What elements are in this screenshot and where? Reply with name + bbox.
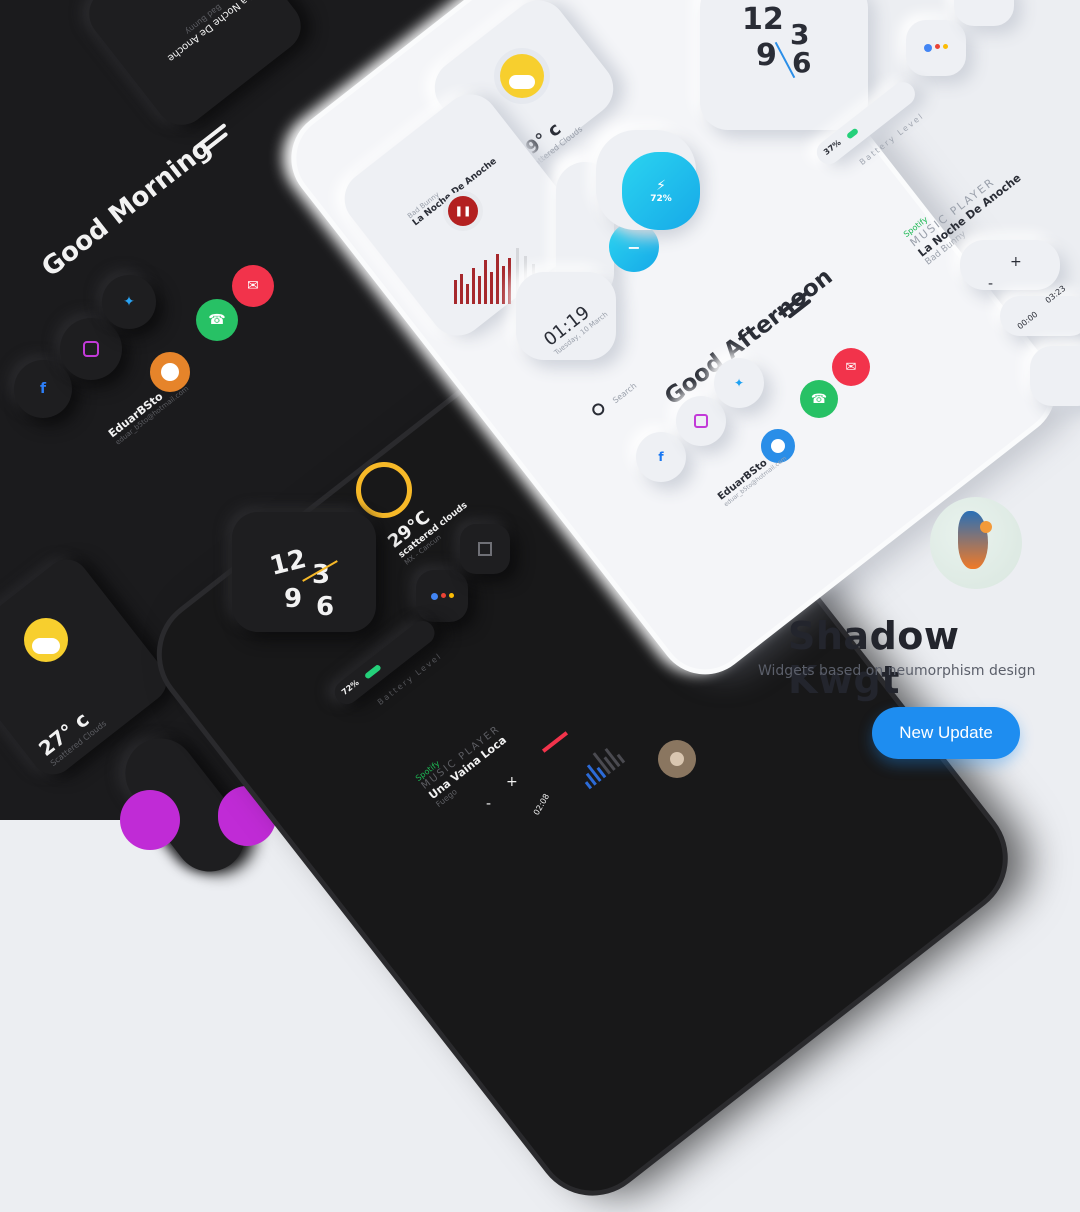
dark-minus-button[interactable]: -	[486, 796, 491, 812]
dark-battery-bar	[363, 663, 382, 680]
light-plus-button[interactable]: +	[1010, 254, 1022, 270]
brand-subtitle: Widgets based on neumorphism design	[758, 663, 1036, 679]
volume-minus-icon: −	[627, 237, 641, 257]
light-assistant-icon	[924, 44, 948, 52]
light-twitter-button[interactable]: ✦	[714, 358, 764, 408]
phone-icon: ☎	[208, 312, 226, 328]
instagram-button[interactable]	[60, 318, 122, 380]
light-facebook-button[interactable]: f	[636, 432, 686, 482]
light-home-button[interactable]	[954, 0, 1014, 26]
assistant-icon	[430, 592, 454, 600]
mail-icon: ✉	[247, 278, 259, 294]
light-time-pill	[1000, 296, 1080, 336]
assistant-button[interactable]	[416, 570, 468, 622]
light-minus-button[interactable]: -	[988, 276, 993, 292]
light-facebook-icon: f	[658, 450, 664, 464]
facebook-button[interactable]: f	[14, 360, 72, 418]
light-clock-digit-9: 9	[756, 38, 777, 73]
light-brightness-fill[interactable]: ⚡ 72%	[622, 152, 700, 230]
pause-icon: ❚❚	[454, 205, 472, 217]
light-clock-digit-12: 12	[742, 2, 784, 37]
phone-button[interactable]: ☎	[196, 299, 238, 341]
facebook-icon: f	[39, 381, 47, 397]
light-battery-bar	[845, 127, 860, 140]
light-weather-icon	[500, 54, 544, 98]
light-assistant-button[interactable]	[906, 20, 966, 76]
album-icon	[670, 752, 684, 766]
light-mail-icon: ✉	[845, 359, 857, 375]
new-update-button[interactable]: New Update	[872, 707, 1020, 759]
light-pause-button[interactable]: ❚❚	[448, 196, 478, 226]
light-clock-digit-6: 6	[792, 46, 812, 79]
twitter-icon: ✦	[123, 294, 135, 310]
light-cloud-icon	[509, 75, 535, 89]
cloud-icon	[32, 638, 60, 654]
light-volume-percent: 72%	[650, 194, 672, 204]
twitter-button[interactable]: ✦	[102, 275, 156, 329]
mail-button[interactable]: ✉	[232, 265, 274, 307]
light-mail-button[interactable]: ✉	[832, 348, 870, 386]
dark-album-art[interactable]	[658, 740, 696, 778]
dark-left-slider-fill-a	[120, 790, 180, 850]
home-icon	[478, 542, 492, 556]
dark-clock-digit-9: 9	[284, 584, 303, 614]
dark-clock-digit-6: 6	[316, 592, 335, 622]
bolt-icon: ⚡	[656, 178, 666, 194]
light-instagram-button[interactable]	[676, 396, 726, 446]
brand-title: Shadow Kwgt	[788, 614, 960, 702]
light-edge-tile	[1030, 346, 1080, 406]
light-battery-percent: 37%	[821, 138, 843, 157]
light-twitter-icon: ✦	[733, 376, 745, 390]
dark-plus-button[interactable]: +	[506, 774, 518, 790]
dark-weather-sun	[356, 462, 412, 518]
dark-weather-icon	[24, 618, 68, 662]
light-clock-widget	[700, 0, 868, 130]
light-phone-icon: ☎	[810, 391, 828, 407]
app-logo	[930, 497, 1022, 589]
light-phone-button[interactable]: ☎	[800, 380, 838, 418]
dark-battery-percent: 72%	[339, 678, 361, 697]
light-instagram-icon	[694, 414, 708, 428]
instagram-icon	[83, 341, 99, 357]
home-button[interactable]	[460, 524, 510, 574]
